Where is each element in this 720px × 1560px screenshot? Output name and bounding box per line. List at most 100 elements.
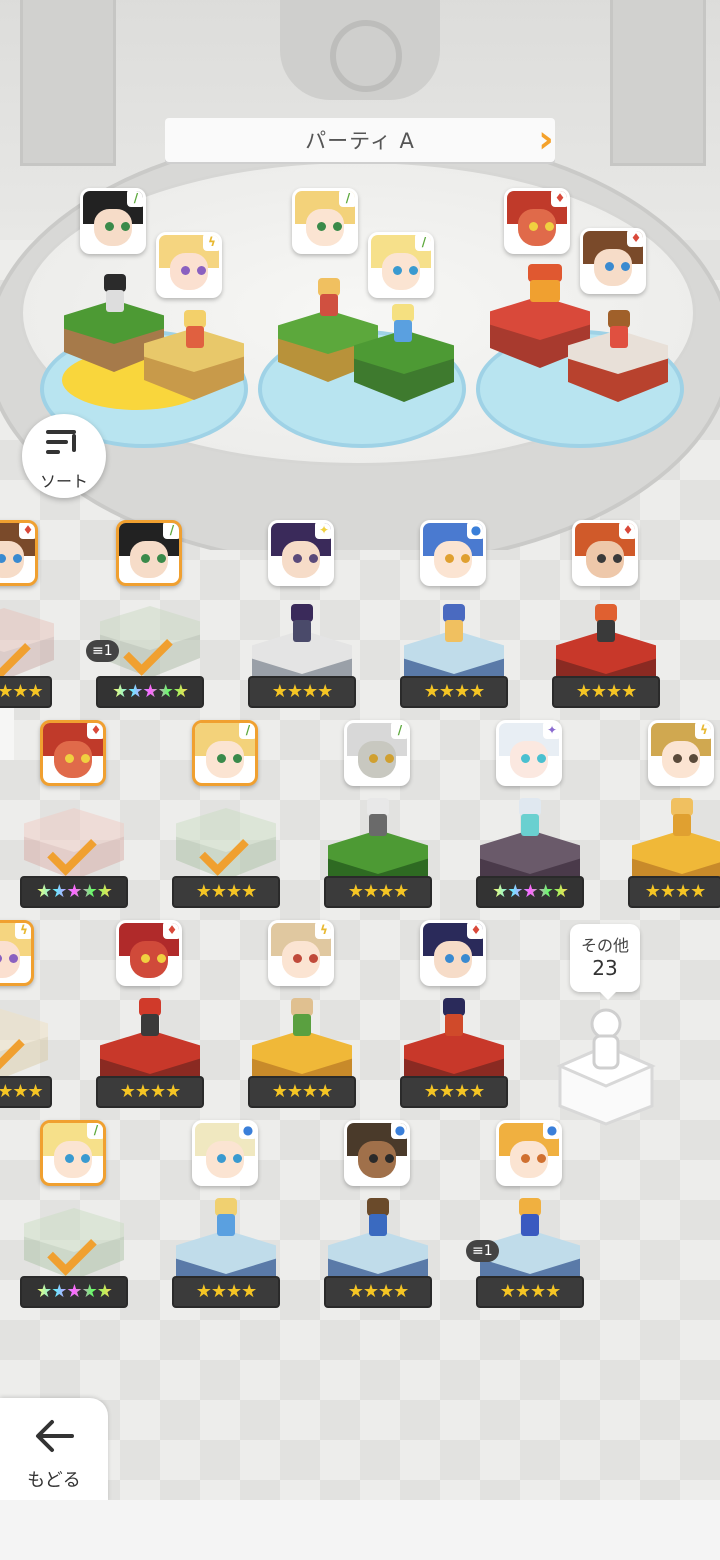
roster-portrait[interactable]: ♦ <box>0 520 38 586</box>
thunder-element-icon: ϟ <box>315 923 331 939</box>
chara-sprite <box>388 304 418 344</box>
star-rating: ★★★★ <box>554 678 658 706</box>
fire-element-icon: ♦ <box>619 523 635 539</box>
sort-icon <box>46 428 82 458</box>
next-party-icon[interactable]: › <box>536 118 556 162</box>
in-party-check-icon <box>0 1036 20 1066</box>
star-rating: ★★★ <box>0 1078 50 1106</box>
water-element-icon: ● <box>543 1123 559 1139</box>
roster-portrait[interactable]: ϟ <box>648 720 714 786</box>
others-bubble[interactable]: その他 23 <box>570 924 640 1000</box>
chara-sprite <box>515 1198 545 1238</box>
roster-portrait[interactable]: ✦ <box>496 720 562 786</box>
chara-sprite <box>604 310 634 350</box>
star-rating: ★★★★ <box>250 678 354 706</box>
star-rating: ★★★★ <box>174 878 278 906</box>
water-element-icon: ● <box>391 1123 407 1139</box>
in-party-check-icon <box>0 640 26 670</box>
chara-sprite <box>100 274 130 314</box>
copies-badge: ≡1 <box>86 640 119 662</box>
party-portrait[interactable]: / <box>292 188 358 254</box>
star-rating: ★★★★★ <box>98 678 202 706</box>
roster-portrait[interactable]: / <box>116 520 182 586</box>
thunder-element-icon: ϟ <box>695 723 711 739</box>
back-button[interactable]: もどる <box>0 1398 108 1502</box>
party-portrait[interactable]: / <box>80 188 146 254</box>
star-rating: ★★★★ <box>630 878 720 906</box>
others-placeholder-icon[interactable] <box>556 1006 656 1126</box>
light-element-icon: ✦ <box>315 523 331 539</box>
party-slot-3[interactable] <box>476 264 684 448</box>
chara-sprite <box>439 998 469 1038</box>
party-portrait[interactable]: ♦ <box>504 188 570 254</box>
thunder-element-icon: ϟ <box>203 235 219 251</box>
roster-portrait[interactable]: ♦ <box>116 920 182 986</box>
party-portrait[interactable]: / <box>368 232 434 298</box>
fire-element-icon: ♦ <box>467 923 483 939</box>
chara-sprite <box>314 278 344 318</box>
party-name-banner[interactable]: パーティ A <box>165 118 555 162</box>
chara-sprite <box>591 604 621 644</box>
chara-sprite <box>667 798 697 838</box>
star-rating: ★★★★ <box>402 678 506 706</box>
others-label: その他 <box>580 936 629 955</box>
party-name: パーティ A <box>305 129 415 153</box>
sort-button[interactable]: ソート <box>22 414 106 498</box>
roster-portrait[interactable]: ● <box>344 1120 410 1186</box>
arena-emblem <box>280 0 440 100</box>
chara-sprite <box>211 1198 241 1238</box>
roster-portrait[interactable]: ϟ <box>268 920 334 986</box>
chara-sprite <box>524 264 568 304</box>
earth-element-icon: / <box>239 723 255 739</box>
pole <box>0 700 14 760</box>
star-rating: ★★★★★ <box>22 878 126 906</box>
dark-element-icon: ✦ <box>543 723 559 739</box>
roster-portrait[interactable]: ● <box>420 520 486 586</box>
star-rating: ★★★★ <box>326 1278 430 1306</box>
fire-element-icon: ♦ <box>87 723 103 739</box>
star-rating: ★★★★★ <box>478 878 582 906</box>
party-slot-2[interactable] <box>258 278 466 448</box>
roster-portrait[interactable]: ● <box>192 1120 258 1186</box>
in-party-check-icon <box>46 1236 92 1266</box>
star-rating: ★★★★ <box>326 878 430 906</box>
star-rating: ★★★★ <box>478 1278 582 1306</box>
earth-element-icon: / <box>339 191 355 207</box>
arena-pillar <box>610 0 706 166</box>
chara-sprite <box>180 310 210 350</box>
earth-element-icon: / <box>127 191 143 207</box>
copies-badge: ≡1 <box>466 1240 499 1262</box>
roster-portrait[interactable]: / <box>192 720 258 786</box>
arena-pillar <box>20 0 116 166</box>
back-label: もどる <box>27 1470 81 1491</box>
in-party-check-icon <box>46 836 92 866</box>
fire-element-icon: ♦ <box>551 191 567 207</box>
star-rating: ★★★ <box>0 678 50 706</box>
earth-element-icon: / <box>415 235 431 251</box>
fire-element-icon: ♦ <box>19 523 35 539</box>
in-party-check-icon <box>122 636 168 666</box>
party-portrait[interactable]: ϟ <box>156 232 222 298</box>
water-element-icon: ● <box>467 523 483 539</box>
party-slot-1[interactable] <box>40 274 248 448</box>
roster-portrait[interactable]: / <box>40 1120 106 1186</box>
roster-portrait[interactable]: ϟ <box>0 920 34 986</box>
back-arrow-icon <box>36 1420 74 1452</box>
chara-sprite <box>287 604 317 644</box>
roster-portrait[interactable]: / <box>344 720 410 786</box>
chara-sprite <box>439 604 469 644</box>
in-party-check-icon <box>198 836 244 866</box>
party-portrait[interactable]: ♦ <box>580 228 646 294</box>
chara-sprite <box>287 998 317 1038</box>
roster-portrait[interactable]: ● <box>496 1120 562 1186</box>
others-count: 23 <box>592 956 618 980</box>
chara-sprite <box>135 998 165 1038</box>
roster-portrait[interactable]: ✦ <box>268 520 334 586</box>
star-rating: ★★★★ <box>250 1078 354 1106</box>
roster-portrait[interactable]: ♦ <box>420 920 486 986</box>
roster-portrait[interactable]: ♦ <box>40 720 106 786</box>
earth-element-icon: / <box>391 723 407 739</box>
roster-portrait[interactable]: ♦ <box>572 520 638 586</box>
chara-sprite <box>515 798 545 838</box>
fire-element-icon: ♦ <box>163 923 179 939</box>
